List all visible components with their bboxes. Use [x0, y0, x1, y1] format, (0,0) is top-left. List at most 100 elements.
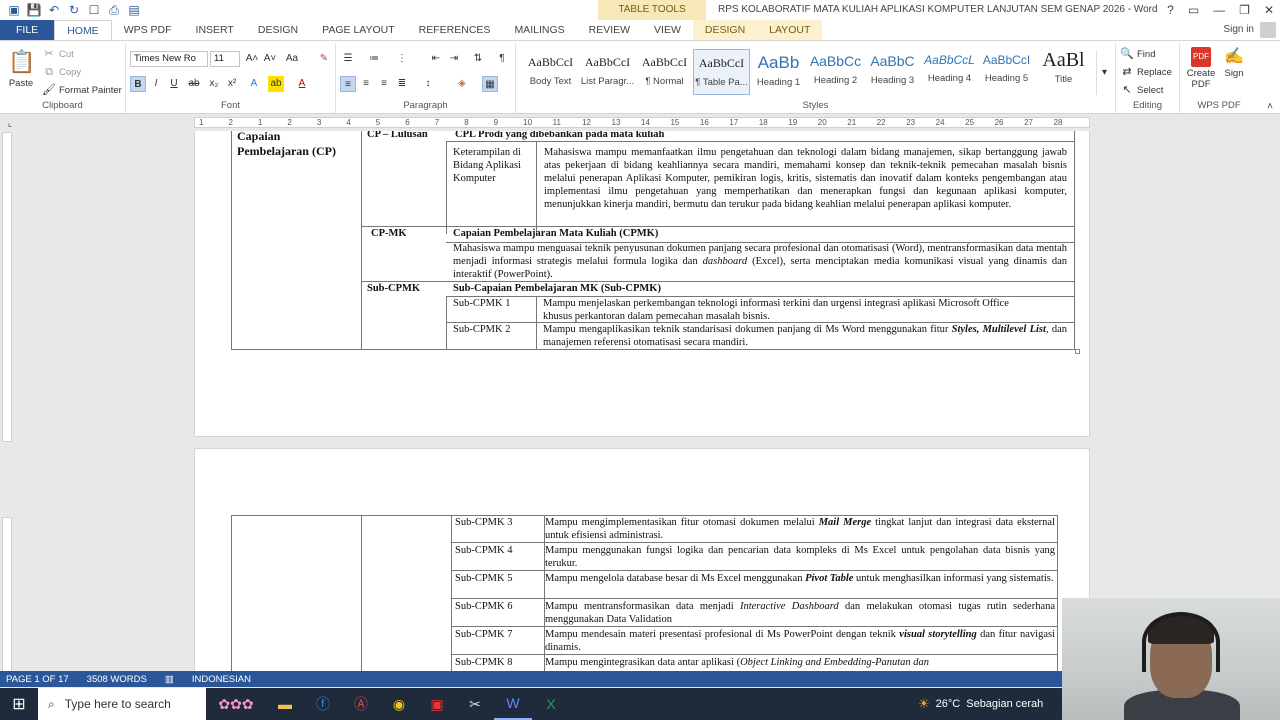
undo-icon[interactable]: ↶: [46, 2, 62, 18]
subscript-icon[interactable]: x₂: [206, 76, 222, 92]
new-document-icon[interactable]: ☐: [86, 2, 102, 18]
tab-page-layout[interactable]: PAGE LAYOUT: [310, 20, 407, 40]
account-icon[interactable]: [1260, 22, 1276, 38]
redo-icon[interactable]: ↻: [66, 2, 82, 18]
font-size-select[interactable]: 11: [210, 51, 240, 67]
bullets-icon[interactable]: ☰: [340, 51, 356, 67]
word-count[interactable]: 3508 WORDS: [87, 674, 147, 685]
shading-icon[interactable]: ◈: [454, 76, 470, 92]
minimize-button[interactable]: —: [1213, 0, 1225, 20]
line-spacing-icon[interactable]: ↕: [420, 76, 436, 92]
ruler-bar[interactable]: 1 2 1 2 3 4 5 6 7 8 9 10 11 12 13 14 15 16 17 18 19 20 21 22 23 2…: [194, 117, 1090, 128]
justify-icon[interactable]: ≣: [394, 76, 410, 92]
tab-table-layout[interactable]: LAYOUT: [757, 20, 823, 40]
styles-more-icon[interactable]: ▾: [1096, 51, 1112, 95]
show-marks-icon[interactable]: ¶: [494, 51, 510, 67]
borders-icon[interactable]: ▦: [482, 76, 498, 92]
style-title[interactable]: AaBl Title: [1035, 49, 1092, 95]
ruler-number: 19: [788, 118, 798, 127]
app-a-icon[interactable]: Ⓐ: [342, 688, 380, 720]
sort-icon[interactable]: ⇅: [470, 51, 486, 67]
italic-icon[interactable]: I: [148, 76, 164, 92]
paste-button[interactable]: 📋 Paste: [8, 49, 35, 89]
style-body-text[interactable]: AaBbCcI Body Text: [522, 49, 579, 95]
style-heading-5[interactable]: AaBbCcI Heading 5: [978, 49, 1035, 95]
close-button[interactable]: ✕: [1264, 0, 1274, 20]
align-left-icon[interactable]: ≡: [340, 76, 356, 92]
style-heading-4[interactable]: AaBbCcL Heading 4: [921, 49, 978, 95]
help-icon[interactable]: ?: [1167, 0, 1174, 20]
flowers-widget-icon[interactable]: ✿✿✿: [206, 688, 266, 720]
style-heading-1[interactable]: AaBb Heading 1: [750, 49, 807, 95]
sub-cpmk-table[interactable]: Sub-CPMK 3 Mampu mengimplementasikan fit…: [231, 515, 1059, 671]
text-effects-icon[interactable]: A: [246, 76, 262, 92]
tab-references[interactable]: REFERENCES: [407, 20, 503, 40]
select-button[interactable]: ↖ Select: [1120, 83, 1163, 97]
font-color-icon[interactable]: A: [294, 76, 310, 92]
font-name-select[interactable]: Times New Ro: [130, 51, 208, 67]
copy-button[interactable]: ⧉ Copy: [42, 65, 81, 79]
chrome-icon[interactable]: ◉: [380, 688, 418, 720]
word-icon[interactable]: ▣: [6, 2, 22, 18]
tab-table-design[interactable]: DESIGN: [692, 20, 758, 40]
replace-button[interactable]: ⇄ Replace: [1120, 65, 1171, 79]
style-table-paragraph[interactable]: AaBbCcI ¶ Table Pa...: [693, 49, 750, 95]
create-pdf-button[interactable]: PDF Create PDF: [1184, 47, 1218, 90]
maximize-button[interactable]: ❐: [1239, 0, 1250, 20]
tab-file[interactable]: FILE: [0, 20, 55, 40]
windows-start-icon[interactable]: ⊞: [0, 688, 38, 720]
clear-formatting-icon[interactable]: ✎: [316, 51, 332, 67]
increase-indent-icon[interactable]: ⇥: [446, 51, 462, 67]
strikethrough-icon[interactable]: ab: [186, 76, 202, 92]
wps-icon[interactable]: ▣: [418, 688, 456, 720]
numbering-icon[interactable]: ≔: [366, 51, 382, 67]
superscript-icon[interactable]: x²: [224, 76, 240, 92]
cut-button[interactable]: ✂ Cut: [42, 47, 73, 61]
tab-home[interactable]: HOME: [54, 19, 112, 41]
document-page-1[interactable]: Capaian Pembelajaran (CP) CP – Lulusan C…: [194, 131, 1090, 437]
decrease-indent-icon[interactable]: ⇤: [428, 51, 444, 67]
cp-table[interactable]: Capaian Pembelajaran (CP) CP – Lulusan C…: [231, 131, 1076, 350]
find-button[interactable]: 🔍 Find: [1120, 47, 1155, 61]
ribbon-display-icon[interactable]: ▭: [1188, 0, 1199, 20]
excel-taskbar-icon[interactable]: X: [532, 688, 570, 720]
align-right-icon[interactable]: ≡: [376, 76, 392, 92]
tab-review[interactable]: REVIEW: [577, 20, 642, 40]
proofing-icon[interactable]: ▥: [165, 674, 174, 685]
tab-insert[interactable]: INSERT: [184, 20, 246, 40]
grow-font-icon[interactable]: A˄: [244, 51, 260, 67]
style-normal[interactable]: AaBbCcI ¶ Normal: [636, 49, 693, 95]
tab-selector-icon[interactable]: ⌞: [2, 115, 18, 131]
highlight-icon[interactable]: ab: [268, 76, 284, 92]
multilevel-list-icon[interactable]: ⋮: [394, 51, 410, 67]
sign-button[interactable]: ✍ Sign: [1224, 47, 1244, 79]
facebook-icon[interactable]: ⓕ: [304, 688, 342, 720]
format-painter-button[interactable]: 🖌 Format Painter: [42, 83, 122, 97]
weather-widget[interactable]: ☀ 26°C Sebagian cerah: [918, 688, 1043, 720]
table-resize-handle[interactable]: [1075, 349, 1080, 354]
sign-in-link[interactable]: Sign in: [1223, 20, 1254, 40]
taskbar-search-box[interactable]: ⌕ Type here to search: [38, 688, 206, 720]
word-taskbar-icon[interactable]: W: [494, 688, 532, 720]
style-list-paragraph[interactable]: AaBbCcI List Paragr...: [579, 49, 636, 95]
bold-icon[interactable]: B: [130, 76, 146, 92]
capcut-icon[interactable]: ✂: [456, 688, 494, 720]
open-icon[interactable]: ▤: [126, 2, 142, 18]
change-case-icon[interactable]: Aa: [284, 51, 300, 67]
tab-wps-pdf[interactable]: WPS PDF: [112, 20, 184, 40]
document-page-2[interactable]: Sub-CPMK 3 Mampu mengimplementasikan fit…: [194, 448, 1090, 671]
save-icon[interactable]: 💾: [26, 2, 42, 18]
style-heading-2[interactable]: AaBbCc Heading 2: [807, 49, 864, 95]
language-indicator[interactable]: INDONESIAN: [192, 674, 251, 685]
shrink-font-icon[interactable]: A˅: [262, 51, 278, 67]
style-heading-3[interactable]: AaBbC Heading 3: [864, 49, 921, 95]
page-count[interactable]: PAGE 1 OF 17: [6, 674, 69, 685]
collapse-ribbon-icon[interactable]: ˄: [1262, 99, 1278, 115]
print-icon[interactable]: ⎙: [106, 2, 122, 18]
file-explorer-icon[interactable]: ▬: [266, 688, 304, 720]
tab-design[interactable]: DESIGN: [246, 20, 310, 40]
underline-icon[interactable]: U: [166, 76, 182, 92]
tab-view[interactable]: VIEW: [642, 20, 693, 40]
tab-mailings[interactable]: MAILINGS: [502, 20, 576, 40]
align-center-icon[interactable]: ≡: [358, 76, 374, 92]
